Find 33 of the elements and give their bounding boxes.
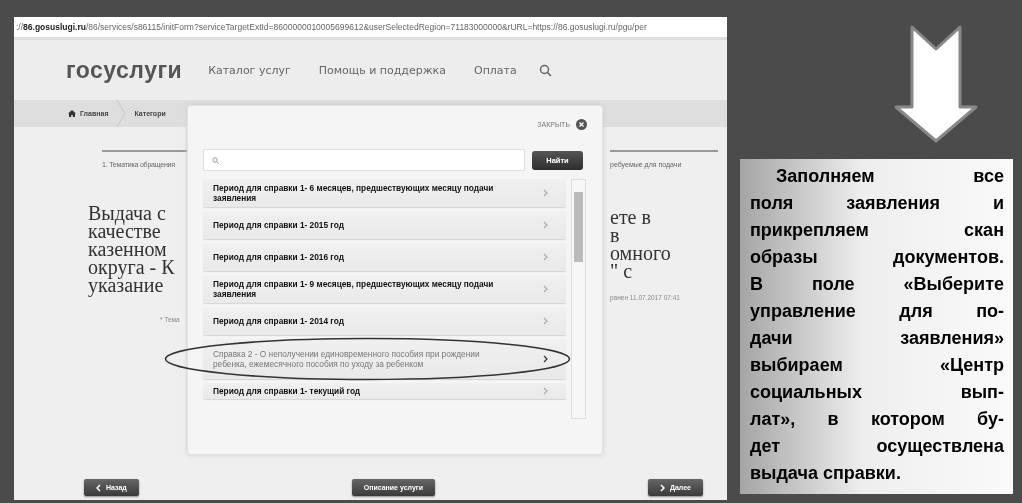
chevron-icon [543,355,548,363]
home-icon [68,110,76,117]
list-item[interactable]: Период для справки 1- 2016 год [203,243,566,271]
search-icon [212,156,219,164]
chevron-icon [543,387,548,395]
chevron-icon [543,221,548,229]
search-icon[interactable] [538,63,552,77]
nav-link[interactable]: Оплата [474,63,517,77]
service-title-fragment: казенном [88,240,168,258]
chevron-icon [543,285,548,293]
nav-link[interactable]: Помощь и поддержка [318,63,446,77]
list-item[interactable]: Справка 2 - О неполучении единовременного пособия при рождении ребенка, ежемесячного пособия по уходу за ребенком [203,339,566,379]
chevron-left-icon [96,483,101,492]
service-title-fragment: омного [610,244,672,262]
site-logo[interactable]: госуслуги [66,56,183,84]
address-bar: ://86.gosuslugi.ru/86/services/s86115/initForm?serviceTargetExtId=8600000010005699612&userSelectedRegion=71183000000&rURL=https://86.gosuslugi.ru/pgu/per [14,17,727,40]
scrollbar[interactable] [571,179,586,419]
instruction-text: Заполняем все поля заявления и прикрепляем скан образы документов. В поле «Выберите управление для по- дачи заявления» выбираем «Центр социальных вып- лат», в котором бу- дет осуществлена выдача справки. [740,159,1013,494]
list-item[interactable]: Период для справки 1- 9 месяцев, предшествующих месяцу подачи заявления [203,275,566,303]
close-icon [576,118,587,130]
service-title-fragment: ете в [610,208,652,226]
nav-link[interactable]: Каталог услуг [208,63,291,77]
list-item[interactable]: Период для справки 1- 6 месяцев, предшествующих месяцу подачи заявления [203,179,566,207]
chevron-icon [543,317,548,325]
breadcrumb-separator-icon [116,100,127,127]
chevron-icon [543,189,548,197]
service-title-fragment: в [610,226,621,244]
chevron-right-icon [659,483,665,492]
chevron-icon [543,253,548,261]
list-item[interactable]: Период для справки 1- 2015 год [203,211,566,239]
list-item[interactable]: Период для справки 1- 2014 год [203,307,566,335]
service-title-fragment: " с [610,262,634,280]
list-item[interactable]: Период для справки 1- текущий год [203,383,566,399]
